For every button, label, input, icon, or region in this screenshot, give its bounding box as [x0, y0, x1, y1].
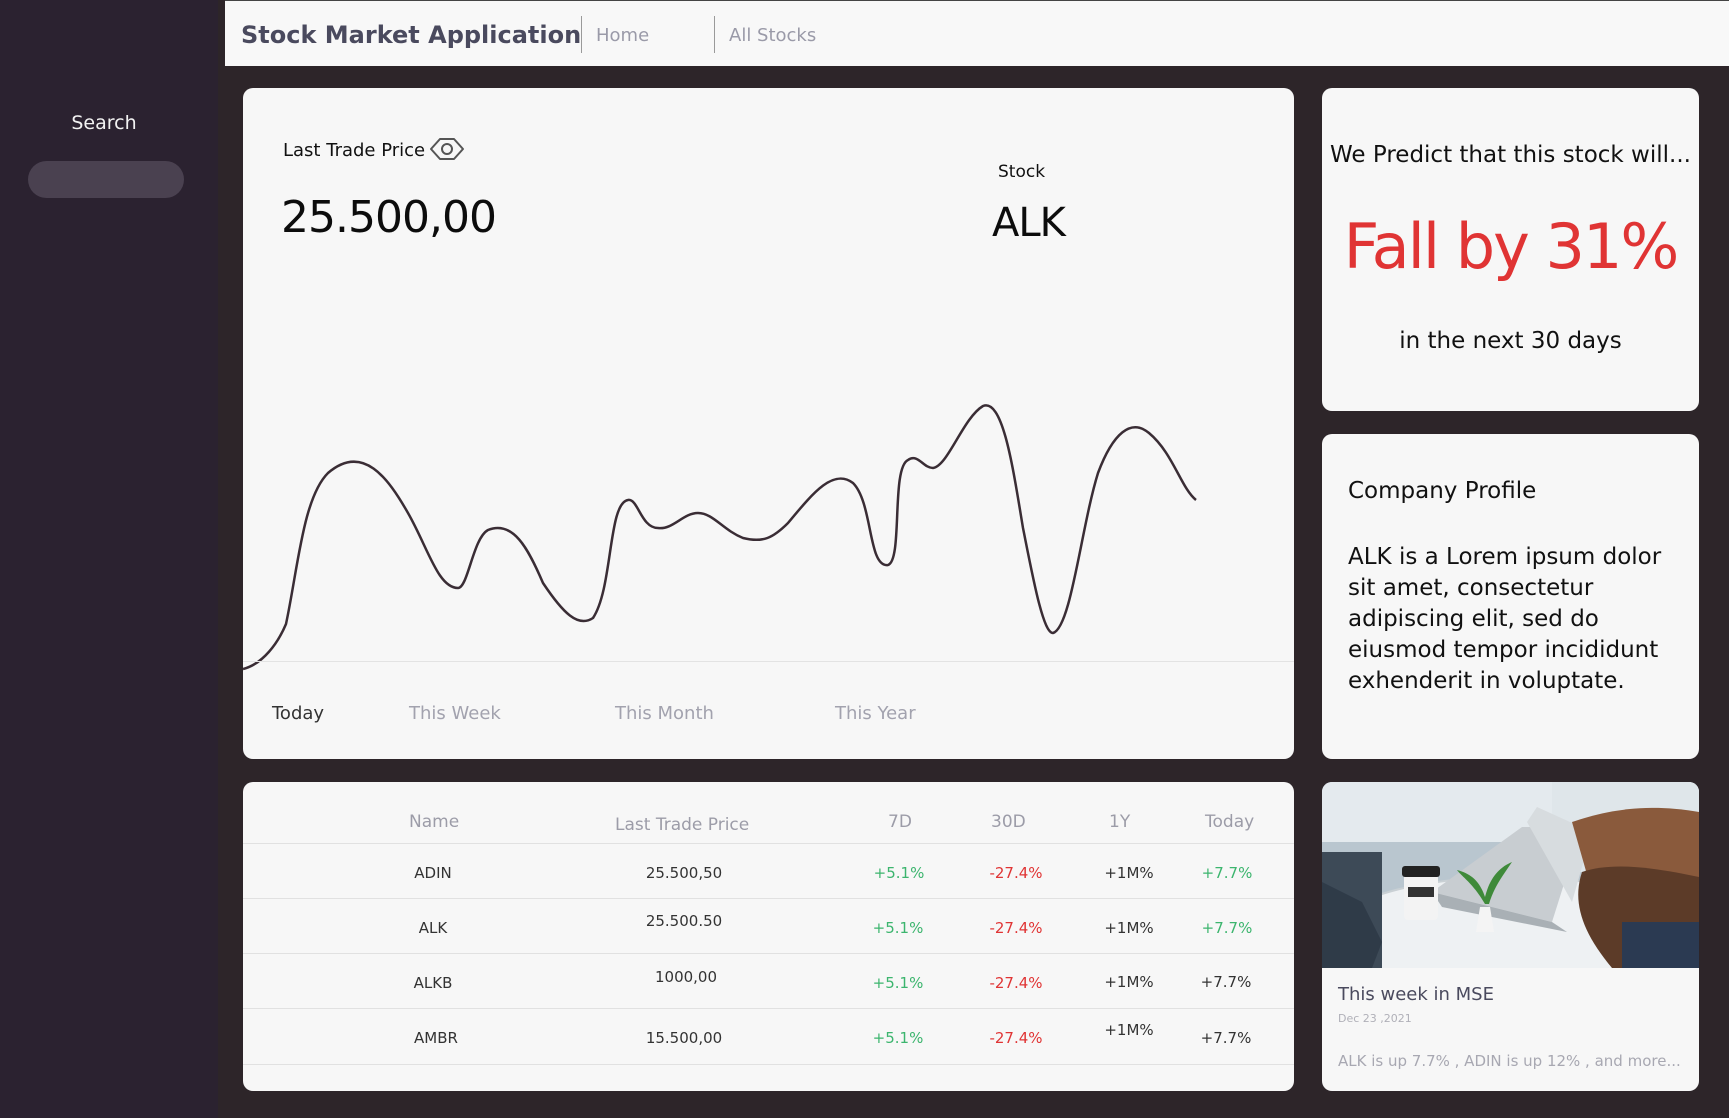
- cell-today: +7.7%: [1201, 864, 1253, 882]
- cell-today: +7.7%: [1201, 919, 1253, 937]
- table-header-today[interactable]: Today: [1205, 812, 1254, 832]
- prediction-subtext: in the next 30 days: [1399, 328, 1622, 354]
- top-bar: Stock Market Application Home All Stocks: [225, 0, 1729, 66]
- price-chart-card: Last Trade Price 25.500,00 Stock ALK Tod…: [243, 88, 1294, 759]
- cell-30d: -27.4%: [989, 919, 1043, 937]
- stocks-table: Name Last Trade Price 7D 30D 1Y Today AD…: [243, 782, 1294, 1091]
- period-this-year[interactable]: This Year: [835, 703, 916, 724]
- table-row[interactable]: ALK 25.500.50 +5.1% -27.4% +1M% +7.7%: [243, 898, 1294, 953]
- prediction-value: Fall by 31%: [1343, 210, 1680, 283]
- cell-7d: +5.1%: [872, 974, 924, 992]
- table-row[interactable]: ADIN 25.500,50 +5.1% -27.4% +1M% +7.7%: [243, 843, 1294, 898]
- cell-7d: +5.1%: [873, 864, 925, 882]
- table-header-last-trade-price[interactable]: Last Trade Price: [615, 815, 749, 835]
- app-title: Stock Market Application: [241, 21, 582, 49]
- price-line-chart: [243, 404, 1197, 671]
- cell-name: ADIN: [414, 864, 452, 882]
- cell-1y: +1M%: [1104, 973, 1154, 991]
- cell-30d: -27.4%: [989, 864, 1043, 882]
- stock-label: Stock: [998, 162, 1046, 182]
- nav-divider: [714, 16, 715, 53]
- news-title: This week in MSE: [1338, 984, 1494, 1005]
- chart-divider: [243, 661, 1294, 662]
- period-today[interactable]: Today: [272, 703, 324, 724]
- price-line: [243, 404, 1197, 671]
- table-row[interactable]: AMBR 15.500,00 +5.1% -27.4% +1M% +7.7%: [243, 1008, 1294, 1063]
- nav-all-stocks[interactable]: All Stocks: [729, 25, 816, 46]
- eye-icon[interactable]: [429, 134, 465, 164]
- news-photo: [1322, 782, 1699, 968]
- cell-last-trade-price: 1000,00: [654, 968, 718, 986]
- news-date: Dec 23 ,2021: [1338, 1012, 1412, 1025]
- search-input[interactable]: [28, 161, 184, 198]
- sidebar: Search: [0, 0, 218, 1118]
- cell-name: ALKB: [413, 974, 453, 992]
- nav-divider: [581, 16, 582, 53]
- table-bottom-border: [243, 1064, 1294, 1065]
- cell-today: +7.7%: [1200, 1029, 1252, 1047]
- cell-last-trade-price: 15.500,00: [645, 1029, 723, 1047]
- table-row[interactable]: ALKB 1000,00 +5.1% -27.4% +1M% +7.7%: [243, 953, 1294, 1008]
- news-card[interactable]: This week in MSE Dec 23 ,2021 ALK is up …: [1322, 782, 1699, 1091]
- cell-7d: +5.1%: [872, 919, 924, 937]
- table-header-name[interactable]: Name: [409, 812, 459, 832]
- table-header-1y[interactable]: 1Y: [1109, 812, 1130, 832]
- cell-last-trade-price: 25.500.50: [645, 912, 723, 930]
- cell-1y: +1M%: [1104, 919, 1154, 937]
- cell-name: ALK: [418, 919, 448, 937]
- cell-30d: -27.4%: [989, 1029, 1043, 1047]
- cell-7d: +5.1%: [872, 1029, 924, 1047]
- cell-name: AMBR: [414, 1029, 458, 1047]
- period-this-month[interactable]: This Month: [615, 703, 714, 724]
- nav-home[interactable]: Home: [596, 25, 649, 46]
- cell-1y: +1M%: [1104, 1021, 1154, 1039]
- table-header-7d[interactable]: 7D: [888, 812, 912, 832]
- cell-1y: +1M%: [1104, 864, 1154, 882]
- period-this-week[interactable]: This Week: [409, 703, 501, 724]
- cell-today: +7.7%: [1200, 973, 1252, 991]
- company-profile-text: ALK is a Lorem ipsum dolor sit amet, con…: [1348, 544, 1662, 694]
- table-header-30d[interactable]: 30D: [991, 812, 1026, 832]
- prediction-heading: We Predict that this stock will...: [1330, 142, 1691, 168]
- stock-ticker: ALK: [992, 200, 1066, 246]
- cell-30d: -27.4%: [989, 974, 1043, 992]
- search-label: Search: [71, 112, 137, 134]
- prediction-card: We Predict that this stock will... Fall …: [1322, 88, 1699, 411]
- cell-last-trade-price: 25.500,50: [645, 864, 723, 882]
- last-trade-price-label: Last Trade Price: [283, 140, 426, 161]
- company-profile-title: Company Profile: [1348, 478, 1537, 504]
- news-summary: ALK is up 7.7% , ADIN is up 12% , and mo…: [1338, 1052, 1681, 1070]
- last-trade-price-value: 25.500,00: [281, 192, 497, 243]
- company-profile-card: Company Profile ALK is a Lorem ipsum dol…: [1322, 434, 1699, 759]
